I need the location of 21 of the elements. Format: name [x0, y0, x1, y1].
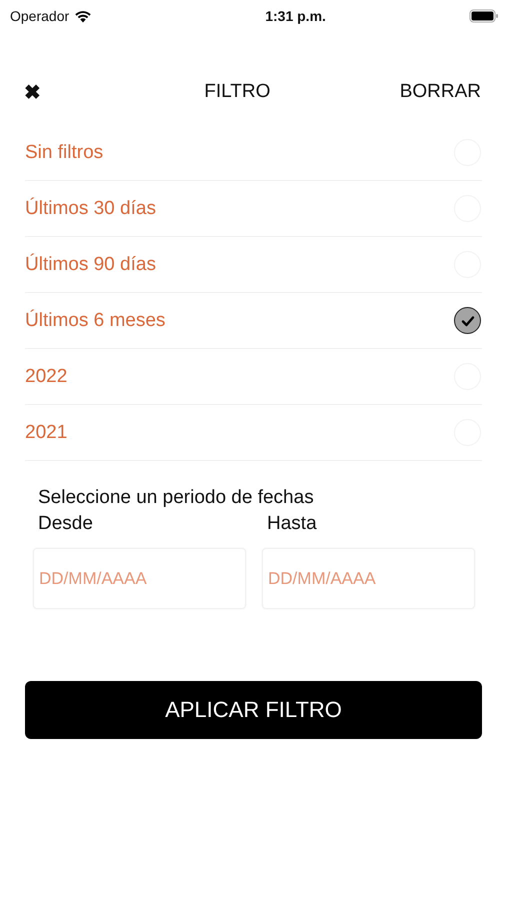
screen-title: FILTRO: [204, 81, 270, 103]
clear-button[interactable]: BORRAR: [400, 81, 481, 103]
date-range-title: Seleccione un periodo de fechas: [38, 487, 315, 509]
radio-button[interactable]: [454, 307, 481, 334]
from-label: Desde: [38, 513, 94, 535]
from-date-field[interactable]: DD/MM/AAAA: [33, 548, 246, 609]
to-label: Hasta: [267, 513, 318, 535]
check-icon: [460, 314, 474, 326]
filter-option[interactable]: Últimos 90 días: [25, 254, 156, 276]
wifi-icon: [74, 10, 92, 22]
filter-option[interactable]: Sin filtros: [25, 142, 104, 164]
apply-filter-button[interactable]: APLICAR FILTRO: [25, 681, 482, 739]
close-button[interactable]: ✖: [24, 80, 41, 104]
carrier-name: Operador: [10, 8, 70, 24]
filter-option[interactable]: Últimos 6 meses: [25, 310, 166, 332]
status-time: 1:31 p.m.: [265, 8, 326, 24]
filter-option[interactable]: 2022: [25, 366, 68, 388]
filter-option[interactable]: Últimos 30 días: [25, 198, 156, 220]
battery-icon: [468, 9, 499, 23]
filter-option[interactable]: 2021: [25, 422, 68, 444]
to-date-field[interactable]: DD/MM/AAAA: [262, 548, 475, 609]
